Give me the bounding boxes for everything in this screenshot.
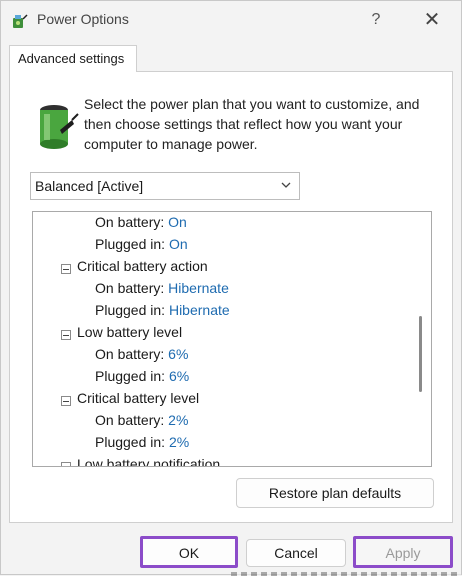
tree-scrollbar-thumb[interactable] [419, 316, 422, 392]
apply-button[interactable]: Apply [353, 536, 453, 568]
tree-group-critical-battery-level[interactable]: Critical battery level [77, 390, 199, 412]
battery-icon [40, 105, 79, 149]
tree-group-low-battery-notification[interactable]: Low battery notification [77, 456, 220, 466]
setting-label: Plugged in: [95, 434, 166, 450]
collapse-minus-icon[interactable] [61, 264, 71, 274]
power-options-dialog: Power Options ? ✕ Advanced settings Sele… [0, 0, 462, 576]
window-title: Power Options [37, 11, 129, 27]
setting-value-link[interactable]: 6% [169, 368, 189, 384]
plan-description: Select the power plan that you want to c… [84, 96, 420, 152]
power-plan-dropdown[interactable]: Balanced [Active] [30, 172, 300, 200]
setting-label: On battery: [95, 346, 165, 362]
setting-value-link[interactable]: 6% [168, 346, 188, 362]
tree-group-critical-battery-action[interactable]: Critical battery action [77, 258, 208, 280]
setting-label: On battery: [95, 412, 165, 428]
ok-button[interactable]: OK [140, 536, 238, 568]
setting-label: Plugged in: [95, 368, 166, 384]
tree-setting-row: Plugged in: 2% [95, 434, 189, 456]
setting-label: On battery: [95, 280, 165, 296]
collapse-minus-icon[interactable] [61, 462, 71, 466]
tab-advanced-settings[interactable]: Advanced settings [9, 45, 137, 72]
close-icon: ✕ [423, 9, 441, 31]
tree-group-low-battery-level[interactable]: Low battery level [77, 324, 182, 346]
setting-value-link[interactable]: Hibernate [168, 280, 229, 296]
collapse-minus-icon[interactable] [61, 330, 71, 340]
tree-setting-row: On battery: 6% [95, 346, 188, 368]
tree-setting-row: Plugged in: Hibernate [95, 302, 230, 324]
power-options-icon [13, 14, 28, 28]
advanced-settings-panel: Select the power plan that you want to c… [9, 71, 453, 523]
setting-label: Plugged in: [95, 302, 166, 318]
setting-value-link[interactable]: 2% [168, 412, 188, 428]
tree-setting-row: On battery: On [95, 214, 187, 236]
setting-value-link[interactable]: Hibernate [169, 302, 230, 318]
help-button[interactable]: ? [363, 7, 389, 33]
setting-value-link[interactable]: 2% [169, 434, 189, 450]
setting-label: On battery: [95, 214, 165, 230]
background-edge [231, 572, 461, 576]
setting-label: Plugged in: [95, 236, 166, 252]
tree-setting-row: On battery: 2% [95, 412, 188, 434]
title-bar: Power Options ? ✕ [1, 1, 461, 39]
close-button[interactable]: ✕ [419, 7, 445, 33]
collapse-minus-icon[interactable] [61, 396, 71, 406]
cancel-button[interactable]: Cancel [246, 539, 346, 567]
tree-setting-row: On battery: Hibernate [95, 280, 229, 302]
power-plan-value: Balanced [Active] [35, 178, 144, 194]
setting-value-link[interactable]: On [169, 236, 188, 252]
setting-value-link[interactable]: On [168, 214, 187, 230]
tree-setting-row: Plugged in: On [95, 236, 188, 258]
settings-tree[interactable]: On battery: On Plugged in: On Critical b… [32, 211, 432, 467]
tree-setting-row: Plugged in: 6% [95, 368, 189, 390]
restore-plan-defaults-button[interactable]: Restore plan defaults [236, 478, 434, 508]
chevron-down-icon [281, 182, 291, 188]
